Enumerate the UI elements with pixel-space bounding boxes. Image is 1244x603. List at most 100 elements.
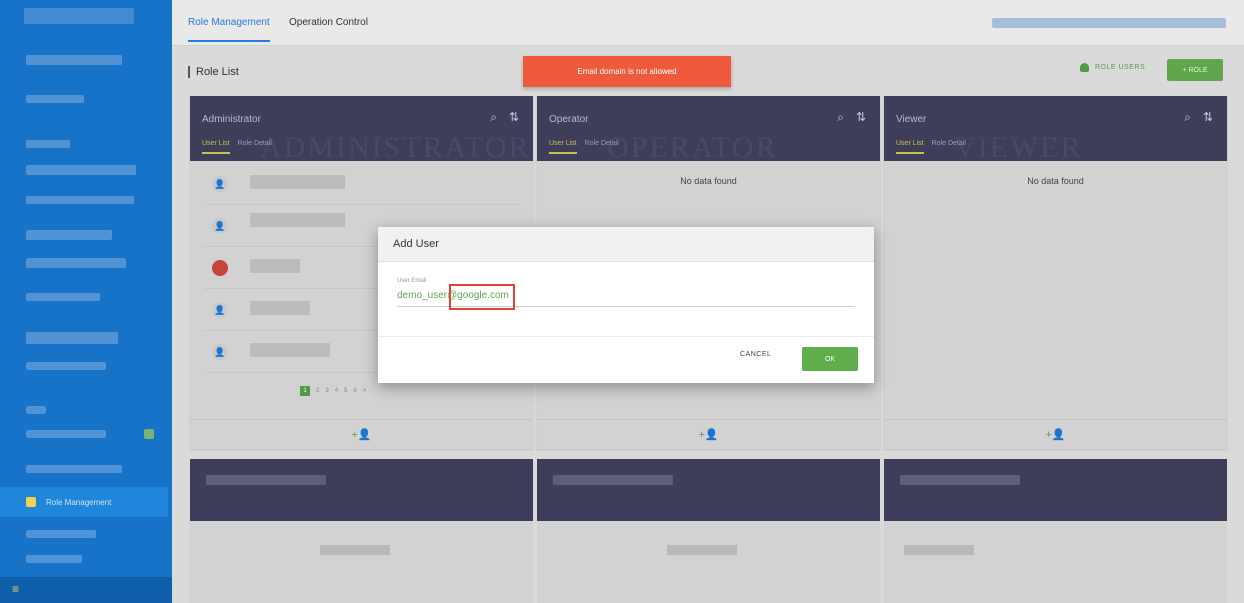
- avatar: [212, 260, 228, 276]
- page-title: Role List: [188, 66, 239, 78]
- ok-button[interactable]: OK: [802, 347, 858, 371]
- page-button[interactable]: 1: [300, 386, 310, 396]
- page-button[interactable]: 6: [353, 388, 356, 394]
- dialog-title: Add User: [378, 227, 874, 262]
- card-actions: ⌕ ⇅: [837, 110, 866, 125]
- tab-user-list[interactable]: User List: [896, 140, 924, 154]
- sort-icon[interactable]: ⇅: [856, 110, 866, 125]
- user-name-blurred: [250, 259, 300, 273]
- avatar: 👤: [212, 302, 228, 318]
- card-tabs: User List Role Detail: [202, 140, 272, 154]
- card-title-blurred: [206, 475, 326, 485]
- sidebar-logo: [24, 8, 134, 24]
- sidebar-blurred-item[interactable]: [26, 430, 106, 438]
- email-field[interactable]: demo_user@google.com: [397, 290, 509, 301]
- role-management-icon: [26, 497, 36, 507]
- user-name-blurred: [250, 175, 345, 189]
- page-button[interactable]: 3: [325, 388, 328, 394]
- add-user-icon: +👤: [351, 429, 372, 441]
- search-icon[interactable]: ⌕: [1184, 110, 1191, 125]
- tab-user-list[interactable]: User List: [202, 140, 230, 154]
- card-actions: ⌕ ⇅: [490, 110, 519, 125]
- card-tabs: User List Role Detail: [896, 140, 966, 154]
- page-button[interactable]: 4: [335, 388, 338, 394]
- user-name-blurred: [250, 213, 345, 227]
- card-title-blurred: [553, 475, 673, 485]
- sidebar-blurred-item[interactable]: [26, 230, 112, 240]
- sidebar-blurred-item[interactable]: [26, 258, 126, 268]
- sidebar-footer: ≡: [0, 577, 172, 603]
- add-role-button[interactable]: + ROLE: [1167, 59, 1223, 81]
- email-field-label: User Email: [397, 278, 427, 284]
- sidebar-item-role-management[interactable]: Role Management: [0, 487, 168, 517]
- page-button[interactable]: 5: [344, 388, 347, 394]
- add-user-icon: +👤: [1045, 429, 1066, 441]
- sidebar-blurred-item[interactable]: [26, 332, 118, 344]
- add-user-button[interactable]: +👤: [884, 419, 1227, 449]
- card-header: [884, 459, 1227, 521]
- email-field-underline: [397, 306, 855, 307]
- cancel-button[interactable]: CANCEL: [740, 351, 771, 358]
- card-content-blurred: [667, 545, 737, 555]
- card-content-blurred: [320, 545, 390, 555]
- tab-user-list[interactable]: User List: [549, 140, 577, 154]
- role-card-blurred: [190, 459, 533, 603]
- card-actions: ⌕ ⇅: [1184, 110, 1213, 125]
- sort-icon[interactable]: ⇅: [1203, 110, 1213, 125]
- role-card-blurred: [884, 459, 1227, 603]
- sidebar-blurred-item[interactable]: [26, 465, 122, 473]
- card-tabs: User List Role Detail: [549, 140, 619, 154]
- sidebar-blurred-item[interactable]: [26, 530, 96, 538]
- tab-role-management[interactable]: Role Management: [188, 17, 270, 42]
- list-item[interactable]: 👤: [204, 163, 519, 205]
- card-header: ADMINISTRATOR Administrator ⌕ ⇅ User Lis…: [190, 96, 533, 164]
- empty-state-text: No data found: [680, 176, 737, 186]
- card-header: OPERATOR Operator ⌕ ⇅ User List Role Det…: [537, 96, 880, 164]
- person-icon: [1080, 63, 1089, 72]
- add-user-icon: +👤: [698, 429, 719, 441]
- card-watermark: OPERATOR: [607, 131, 778, 164]
- card-header: VIEWER Viewer ⌕ ⇅ User List Role Detail: [884, 96, 1227, 164]
- top-right-blurred-controls[interactable]: [992, 18, 1226, 28]
- role-card-viewer: VIEWER Viewer ⌕ ⇅ User List Role Detail …: [884, 96, 1227, 449]
- sidebar-blurred-item[interactable]: [26, 165, 136, 175]
- error-toast: Email domain is not allowed: [523, 56, 731, 87]
- card-watermark: ADMINISTRATOR: [260, 131, 531, 164]
- sidebar-blurred-item[interactable]: [26, 293, 100, 301]
- sidebar-blurred-item[interactable]: [26, 196, 134, 204]
- tab-role-detail[interactable]: Role Detail: [238, 140, 272, 147]
- sort-icon[interactable]: ⇅: [509, 110, 519, 125]
- add-user-button[interactable]: +👤: [190, 419, 533, 449]
- sidebar-blurred-item[interactable]: [26, 55, 122, 65]
- sidebar-blurred-item[interactable]: [26, 406, 46, 414]
- avatar: 👤: [212, 218, 228, 234]
- tab-role-detail[interactable]: Role Detail: [932, 140, 966, 147]
- search-icon[interactable]: ⌕: [837, 110, 844, 125]
- user-name-blurred: [250, 343, 330, 357]
- add-user-button[interactable]: +👤: [537, 419, 880, 449]
- page-button[interactable]: 2: [316, 388, 319, 394]
- avatar: 👤: [212, 176, 228, 192]
- card-header: [190, 459, 533, 521]
- sidebar-blurred-badge: [144, 429, 154, 439]
- sidebar-blurred-item[interactable]: [26, 95, 84, 103]
- sidebar-blurred-item[interactable]: [26, 362, 106, 370]
- search-icon[interactable]: ⌕: [490, 110, 497, 125]
- tab-role-detail[interactable]: Role Detail: [585, 140, 619, 147]
- sidebar-blurred-item[interactable]: [26, 140, 70, 148]
- empty-state-text: No data found: [1027, 176, 1084, 186]
- next-page-button[interactable]: >: [363, 388, 367, 394]
- dialog-divider: [378, 336, 874, 337]
- card-watermark: VIEWER: [954, 131, 1083, 164]
- menu-icon[interactable]: ≡: [12, 583, 19, 595]
- card-title: Administrator: [202, 114, 261, 125]
- top-bar: Role Management Operation Control: [172, 0, 1244, 46]
- card-title: Operator: [549, 114, 589, 125]
- role-card-blurred: [537, 459, 880, 603]
- tab-operation-control[interactable]: Operation Control: [289, 17, 368, 28]
- sidebar: Role Management ≡: [0, 0, 172, 603]
- avatar: 👤: [212, 344, 228, 360]
- pagination: 1 2 3 4 5 6 >: [300, 386, 366, 396]
- role-users-button[interactable]: ROLE USERS: [1080, 63, 1145, 72]
- sidebar-blurred-item[interactable]: [26, 555, 82, 563]
